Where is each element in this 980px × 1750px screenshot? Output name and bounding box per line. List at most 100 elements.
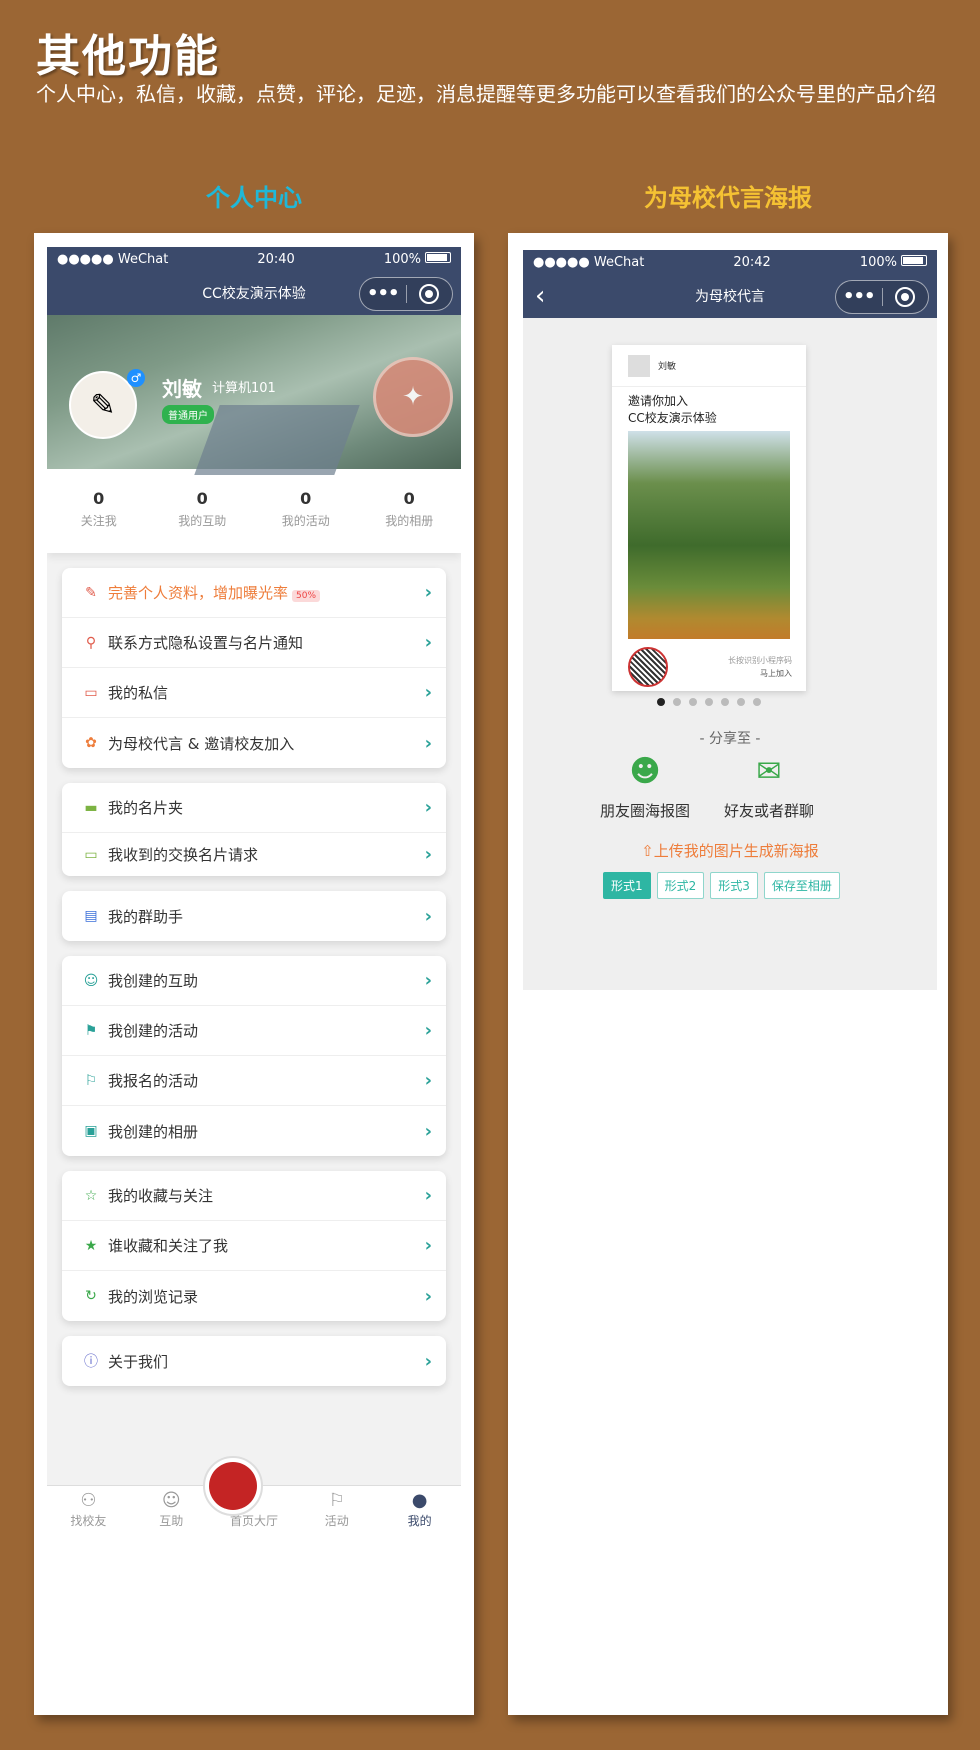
menu-privacy-settings[interactable]: ⚲ 联系方式隐私设置与名片通知 › bbox=[62, 618, 446, 668]
more-icon[interactable]: ••• bbox=[360, 277, 406, 311]
menu-complete-profile[interactable]: ✎ 完善个人资料，增加曝光率 50% › bbox=[62, 568, 446, 618]
page-description: 个人中心，私信，收藏，点赞，评论，足迹，消息提醒等更多功能可以查看我们的公众号里… bbox=[36, 82, 936, 106]
menu-private-messages[interactable]: ▭ 我的私信 › bbox=[62, 668, 446, 718]
menu-group-assistant: ▤ 我的群助手 › bbox=[62, 891, 446, 941]
tab-find-alumni[interactable]: ⚇ 找校友 bbox=[47, 1486, 130, 1531]
poster-avatar bbox=[628, 354, 650, 377]
battery-indicator: 100% bbox=[860, 254, 927, 270]
nav-bar: ‹ 为母校代言 ••• bbox=[523, 274, 937, 318]
status-time: 20:42 bbox=[733, 254, 771, 270]
star-icon: ★ bbox=[84, 1237, 98, 1254]
footprint-icon: ↻ bbox=[85, 1288, 97, 1304]
profile-screenshot-card: ●●●●● WeChat 20:40 100% CC校友演示体验 ••• ✎ ♂… bbox=[34, 233, 474, 1715]
edit-icon: ✎ bbox=[85, 584, 97, 601]
status-time: 20:40 bbox=[257, 251, 295, 267]
close-target-icon[interactable] bbox=[882, 287, 928, 307]
flower-icon: ✿ bbox=[85, 735, 97, 751]
school-seal-icon: ✦ bbox=[373, 357, 453, 437]
poster-style-selector: 形式1 形式2 形式3 保存至相册 bbox=[603, 872, 840, 899]
user-settings-icon: ⚲ bbox=[85, 634, 97, 651]
share-friends-button[interactable]: ✉ 好友或者群聊 bbox=[709, 754, 829, 821]
chevron-right-icon: › bbox=[424, 970, 432, 991]
menu-card-requests[interactable]: ▭ 我收到的交换名片请求 › bbox=[62, 833, 446, 876]
poster-photo bbox=[628, 431, 790, 639]
mini-program-capsule[interactable]: ••• bbox=[359, 277, 453, 311]
carousel-dot[interactable] bbox=[753, 698, 761, 706]
poster-screenshot-card: ●●●●● WeChat 20:42 100% ‹ 为母校代言 ••• 刘敏 邀… bbox=[508, 233, 948, 1715]
poster-preview[interactable]: 刘敏 邀请你加入 CC校友演示体验 长按识别小程序码 马上加入 bbox=[612, 345, 806, 691]
carousel-dot[interactable] bbox=[705, 698, 713, 706]
menu-joined-activities[interactable]: ⚐ 我报名的活动 › bbox=[62, 1056, 446, 1106]
carousel-dot[interactable] bbox=[689, 698, 697, 706]
menu-about-us[interactable]: ⓘ 关于我们 › bbox=[62, 1336, 446, 1386]
menu-group-profile: ✎ 完善个人资料，增加曝光率 50% › ⚲ 联系方式隐私设置与名片通知 › ▭ … bbox=[62, 568, 446, 768]
nav-title: 为母校代言 bbox=[695, 289, 765, 305]
style-1-button[interactable]: 形式1 bbox=[603, 872, 651, 899]
carousel-dot[interactable] bbox=[657, 698, 665, 706]
chevron-right-icon: › bbox=[424, 844, 432, 865]
chevron-right-icon: › bbox=[424, 1350, 432, 1372]
chevron-right-icon: › bbox=[424, 732, 432, 754]
menu-my-albums[interactable]: ▣ 我创建的相册 › bbox=[62, 1106, 446, 1156]
style-2-button[interactable]: 形式2 bbox=[656, 872, 705, 899]
carousel-dot[interactable] bbox=[737, 698, 745, 706]
tab-help[interactable]: ☺ 互助 bbox=[130, 1486, 213, 1531]
menu-school-endorse[interactable]: ✿ 为母校代言 & 邀请校友加入 › bbox=[62, 718, 446, 768]
carousel-dot[interactable] bbox=[721, 698, 729, 706]
menu-my-activities[interactable]: ⚑ 我创建的活动 › bbox=[62, 1006, 446, 1056]
stat-followers[interactable]: 0 关注我 bbox=[47, 489, 151, 553]
flag-icon: ⚐ bbox=[328, 1490, 345, 1511]
profile-phone-screen: ●●●●● WeChat 20:40 100% CC校友演示体验 ••• ✎ ♂… bbox=[47, 247, 461, 1531]
style-3-button[interactable]: 形式3 bbox=[710, 872, 758, 899]
profile-header: ✎ ♂ 刘敏 计算机101 普通用户 ✦ bbox=[47, 315, 461, 475]
menu-group-assistant-item[interactable]: ▤ 我的群助手 › bbox=[62, 891, 446, 941]
more-icon[interactable]: ••• bbox=[836, 280, 882, 314]
share-title: - 分享至 - bbox=[699, 731, 761, 747]
menu-group-favorites: ☆ 我的收藏与关注 › ★ 谁收藏和关注了我 › ↻ 我的浏览记录 › bbox=[62, 1171, 446, 1321]
menu-my-help[interactable]: ☺ 我创建的互助 › bbox=[62, 956, 446, 1006]
stat-albums[interactable]: 0 我的相册 bbox=[358, 489, 462, 553]
smile-icon: ☺ bbox=[161, 1490, 181, 1511]
nav-title: CC校友演示体验 bbox=[202, 286, 306, 302]
nav-bar: CC校友演示体验 ••• bbox=[47, 271, 461, 315]
chevron-right-icon: › bbox=[424, 582, 432, 603]
back-arrow-icon[interactable]: ‹ bbox=[535, 282, 545, 310]
battery-icon bbox=[901, 254, 927, 266]
save-to-album-button[interactable]: 保存至相册 bbox=[763, 872, 840, 899]
profile-name: 刘敏 bbox=[162, 377, 202, 401]
upload-new-poster-link[interactable]: ⇧上传我的图片生成新海报 bbox=[523, 840, 937, 861]
card-outline-icon: ▭ bbox=[84, 846, 98, 863]
school-logo-icon[interactable] bbox=[203, 1456, 263, 1516]
smile-icon: ☺ bbox=[83, 972, 99, 989]
star-outline-icon: ☆ bbox=[84, 1187, 98, 1204]
tab-me[interactable]: ● 我的 bbox=[378, 1486, 461, 1531]
poster-phone-screen: ●●●●● WeChat 20:42 100% ‹ 为母校代言 ••• 刘敏 邀… bbox=[523, 250, 937, 990]
poster-header: 刘敏 bbox=[612, 345, 806, 387]
carousel-dot[interactable] bbox=[673, 698, 681, 706]
tab-activities[interactable]: ⚐ 活动 bbox=[295, 1486, 378, 1531]
poster-footer: 长按识别小程序码 马上加入 bbox=[612, 639, 806, 687]
status-bar: ●●●●● WeChat 20:40 100% bbox=[47, 247, 461, 271]
chevron-right-icon: › bbox=[424, 682, 432, 703]
stat-activities[interactable]: 0 我的活动 bbox=[254, 489, 358, 553]
stat-help[interactable]: 0 我的互助 bbox=[151, 489, 255, 553]
moments-icon: ☻ bbox=[629, 754, 661, 789]
info-icon: ⓘ bbox=[84, 1354, 98, 1370]
card-icon: ▬ bbox=[84, 799, 98, 816]
signal-indicator: ●●●●● WeChat bbox=[57, 251, 169, 267]
menu-browse-history[interactable]: ↻ 我的浏览记录 › bbox=[62, 1271, 446, 1321]
menu-card-holder[interactable]: ▬ 我的名片夹 › bbox=[62, 783, 446, 833]
menu-favorites[interactable]: ☆ 我的收藏与关注 › bbox=[62, 1171, 446, 1221]
chevron-right-icon: › bbox=[424, 1020, 432, 1041]
upload-icon: ⇧ bbox=[641, 842, 654, 860]
chevron-right-icon: › bbox=[424, 632, 432, 653]
chevron-right-icon: › bbox=[424, 797, 432, 818]
mini-program-qrcode bbox=[628, 647, 668, 687]
mini-program-capsule[interactable]: ••• bbox=[835, 280, 929, 314]
menu-who-follows-me[interactable]: ★ 谁收藏和关注了我 › bbox=[62, 1221, 446, 1271]
menu-group-cards: ▬ 我的名片夹 › ▭ 我收到的交换名片请求 › bbox=[62, 783, 446, 876]
battery-indicator: 100% bbox=[384, 251, 451, 267]
close-target-icon[interactable] bbox=[406, 284, 452, 304]
share-moments-button[interactable]: ☻ 朋友圈海报图 bbox=[585, 754, 705, 821]
chevron-right-icon: › bbox=[424, 1185, 432, 1206]
